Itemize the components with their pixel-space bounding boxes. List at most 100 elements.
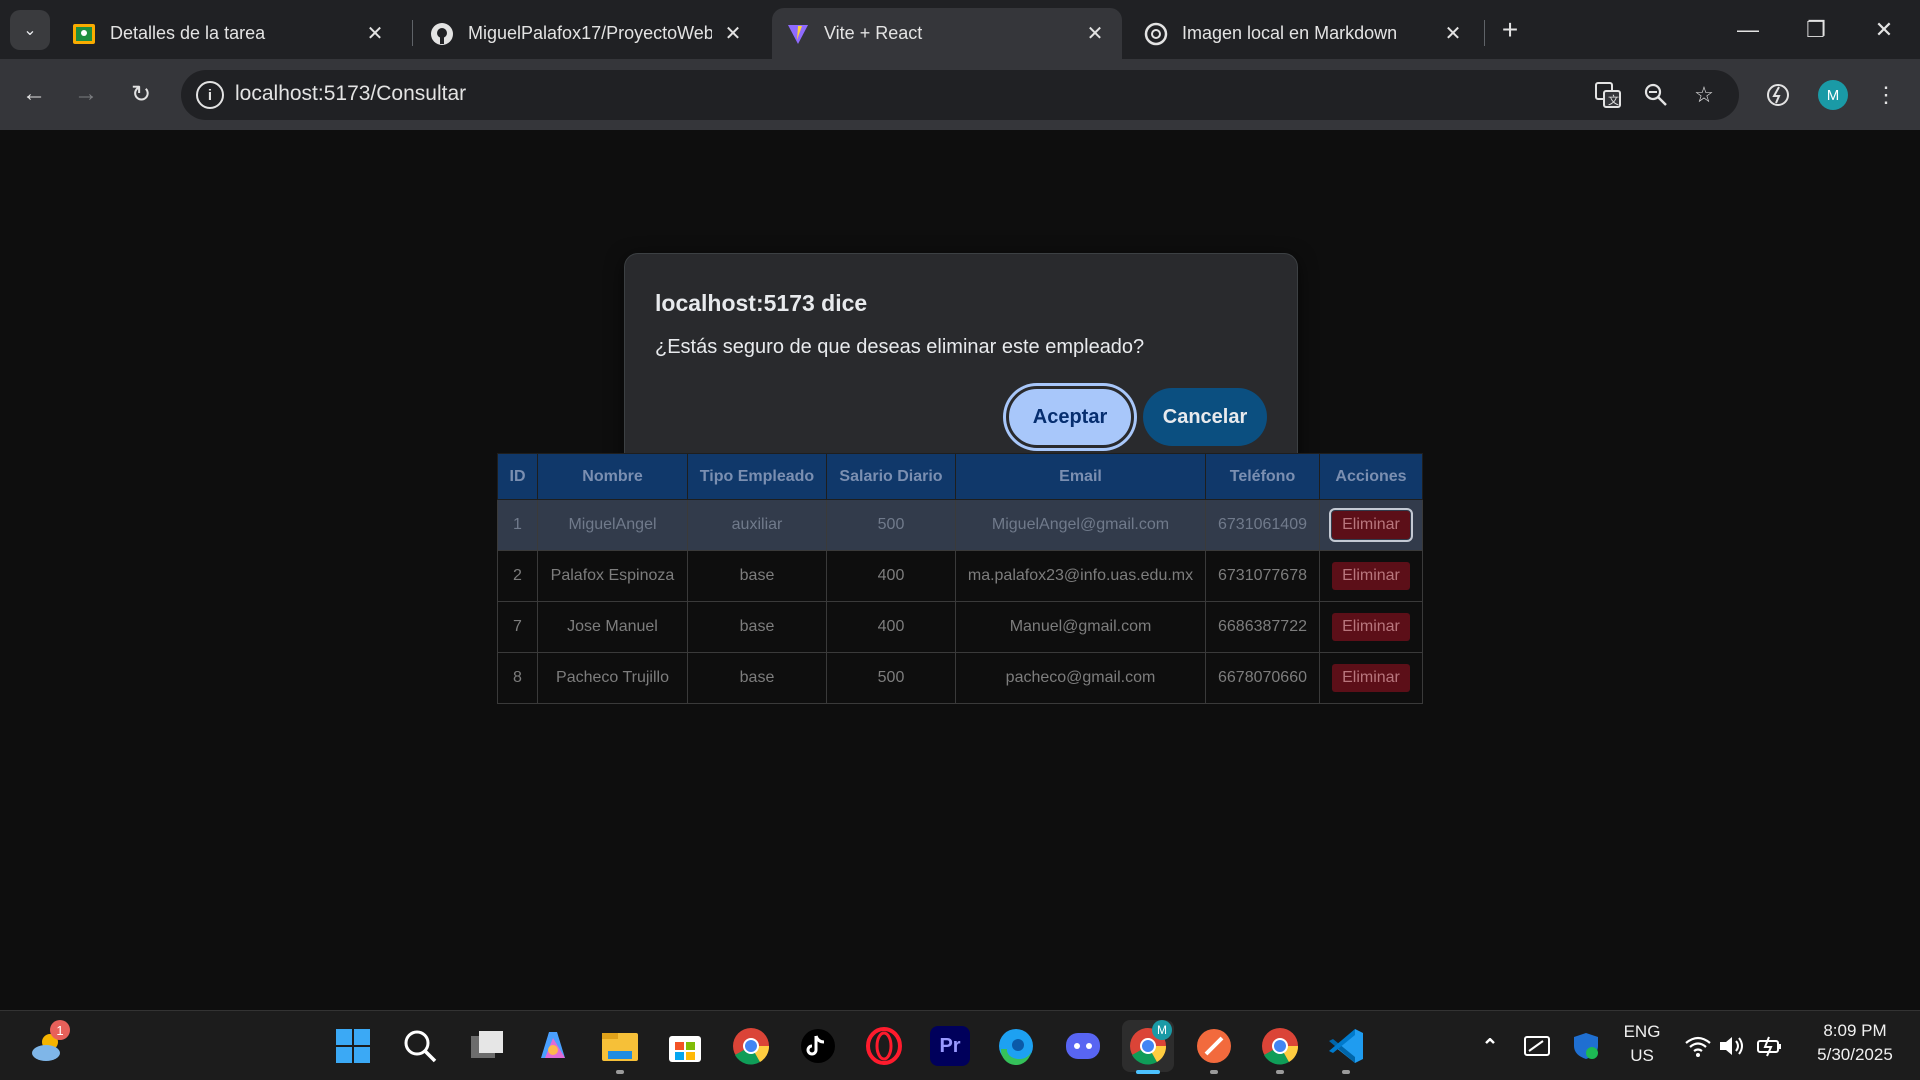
column-header: Tipo Empleado xyxy=(687,453,827,500)
chevron-down-icon: ⌄ xyxy=(23,22,37,39)
file-explorer-icon[interactable] xyxy=(600,1026,640,1066)
cancel-button[interactable]: Cancelar xyxy=(1143,388,1267,446)
premiere-icon[interactable]: Pr xyxy=(930,1026,970,1066)
tab-github[interactable]: MiguelPalafox17/ProyectoWeb ✕ xyxy=(416,8,760,59)
task-view-icon[interactable] xyxy=(467,1026,507,1066)
cell-acciones: Eliminar xyxy=(1319,652,1423,704)
cell-acciones: Eliminar xyxy=(1319,601,1423,653)
column-header: ID xyxy=(497,453,538,500)
back-button[interactable]: ← xyxy=(16,76,52,112)
tab-vite-react[interactable]: Vite + React ✕ xyxy=(772,8,1122,59)
running-indicator xyxy=(1342,1070,1350,1074)
copilot-icon[interactable] xyxy=(533,1026,573,1066)
cell-email: MiguelAngel@gmail.com xyxy=(955,499,1206,551)
table-row: 1 MiguelAngel auxiliar 500 MiguelAngel@g… xyxy=(497,499,1423,551)
performance-icon[interactable] xyxy=(1762,79,1794,111)
dialog-title: localhost:5173 dice xyxy=(655,290,868,316)
vscode-icon[interactable] xyxy=(1326,1026,1366,1066)
column-header: Acciones xyxy=(1319,453,1423,500)
forward-button[interactable]: → xyxy=(68,76,104,112)
plus-icon: + xyxy=(1501,14,1519,45)
running-indicator xyxy=(616,1070,624,1074)
column-header: Salario Diario xyxy=(826,453,956,500)
clock-date[interactable]: 5/30/2025 xyxy=(1800,1045,1910,1065)
chrome-alt-icon[interactable] xyxy=(1260,1026,1300,1066)
minimize-button[interactable]: — xyxy=(1718,8,1778,52)
cell-id: 2 xyxy=(497,550,538,602)
tab-title: Imagen local en Markdown xyxy=(1182,23,1398,43)
tab-divider xyxy=(412,20,413,46)
arrow-left-icon: ← xyxy=(22,80,46,107)
microsoft-store-icon[interactable] xyxy=(665,1026,705,1066)
pen-app-icon[interactable] xyxy=(1194,1026,1234,1066)
close-window-button[interactable]: ✕ xyxy=(1854,8,1914,52)
table-row: 8 Pacheco Trujillo base 500 pacheco@gmai… xyxy=(497,652,1423,704)
tiktok-icon[interactable] xyxy=(798,1026,838,1066)
dialog-message: ¿Estás seguro de que deseas eliminar est… xyxy=(655,336,1145,358)
url-text[interactable]: localhost:5173/Consultar xyxy=(235,82,466,106)
profile-avatar[interactable]: M xyxy=(1818,80,1848,110)
close-icon[interactable]: ✕ xyxy=(720,21,746,47)
close-icon[interactable]: ✕ xyxy=(362,21,388,47)
cell-id: 7 xyxy=(497,601,538,653)
table-row: 2 Palafox Espinoza base 400 ma.palafox23… xyxy=(497,550,1423,602)
cell-email: pacheco@gmail.com xyxy=(955,652,1206,704)
menu-kebab-icon[interactable]: ⋮ xyxy=(1870,79,1902,111)
close-icon[interactable]: ✕ xyxy=(1440,21,1466,47)
reload-button[interactable]: ↻ xyxy=(123,76,159,112)
chatgpt-icon xyxy=(1144,22,1168,46)
bookmark-star-icon[interactable]: ☆ xyxy=(1688,79,1720,111)
column-header: Teléfono xyxy=(1205,453,1320,500)
screen-capture-icon[interactable] xyxy=(1517,1026,1557,1066)
cell-nombre: MiguelAngel xyxy=(537,499,688,551)
zoom-icon[interactable] xyxy=(1640,79,1672,111)
chevron-up-icon[interactable]: ⌃ xyxy=(1470,1026,1510,1066)
svg-text:文: 文 xyxy=(1608,93,1619,107)
language-indicator[interactable]: ENG xyxy=(1614,1022,1670,1042)
region-indicator[interactable]: US xyxy=(1614,1046,1670,1066)
close-icon[interactable]: ✕ xyxy=(1082,21,1108,47)
chrome-icon[interactable] xyxy=(731,1026,771,1066)
delete-button[interactable]: Eliminar xyxy=(1332,562,1410,590)
start-icon[interactable] xyxy=(333,1026,373,1066)
translate-icon[interactable]: 文 xyxy=(1592,79,1624,111)
battery-icon[interactable] xyxy=(1750,1026,1790,1066)
volume-icon[interactable] xyxy=(1712,1026,1752,1066)
cell-telefono: 6686387722 xyxy=(1205,601,1320,653)
reload-icon: ↻ xyxy=(130,80,152,108)
column-header: Email xyxy=(955,453,1206,500)
search-icon[interactable] xyxy=(400,1026,440,1066)
cell-id: 8 xyxy=(497,652,538,704)
cell-salario: 400 xyxy=(826,550,956,602)
accept-button[interactable]: Aceptar xyxy=(1006,386,1134,448)
tab-search-button[interactable]: ⌄ xyxy=(10,10,50,50)
arrow-right-icon: → xyxy=(74,80,98,107)
cell-email: ma.palafox23@info.uas.edu.mx xyxy=(955,550,1206,602)
restore-button[interactable]: ❐ xyxy=(1786,8,1846,52)
clock-time[interactable]: 8:09 PM xyxy=(1800,1021,1910,1041)
discord-icon[interactable] xyxy=(1063,1026,1103,1066)
google-classroom-icon xyxy=(72,22,96,46)
tab-markdown[interactable]: Imagen local en Markdown ✕ xyxy=(1130,8,1480,59)
edge-icon[interactable] xyxy=(996,1026,1036,1066)
active-indicator xyxy=(1136,1070,1160,1074)
delete-button[interactable]: Eliminar xyxy=(1332,664,1410,692)
cell-nombre: Jose Manuel xyxy=(537,601,688,653)
tab-title: MiguelPalafox17/ProyectoWeb xyxy=(468,23,712,43)
cell-salario: 500 xyxy=(826,652,956,704)
delete-button[interactable]: Eliminar xyxy=(1329,508,1413,542)
cell-telefono: 6731077678 xyxy=(1205,550,1320,602)
new-tab-button[interactable]: + xyxy=(1494,14,1526,46)
cell-tipo: base xyxy=(687,652,827,704)
cell-acciones: Eliminar xyxy=(1319,499,1423,551)
chrome-profile-badge: M xyxy=(1152,1020,1172,1040)
security-shield-icon[interactable] xyxy=(1566,1026,1606,1066)
site-info-icon[interactable]: i xyxy=(196,81,224,109)
opera-icon[interactable] xyxy=(864,1026,904,1066)
cell-id: 1 xyxy=(497,499,538,551)
tab-divider xyxy=(1484,20,1485,46)
tab-detalles[interactable]: Detalles de la tarea ✕ xyxy=(58,8,402,59)
running-indicator xyxy=(1276,1070,1284,1074)
delete-button[interactable]: Eliminar xyxy=(1332,613,1410,641)
cell-tipo: base xyxy=(687,601,827,653)
